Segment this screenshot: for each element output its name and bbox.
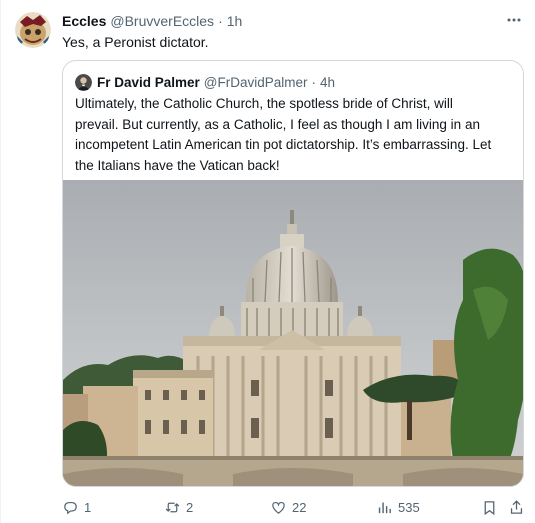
quoted-author-name[interactable]: Fr David Palmer — [97, 75, 200, 90]
timeline-divider — [0, 0, 1, 523]
header-separator: · — [218, 13, 223, 29]
quoted-text-line: the Italians have the Vatican back! — [75, 157, 280, 173]
quoted-header-separator: · — [311, 74, 317, 90]
bookmark-button[interactable] — [481, 496, 498, 518]
reply-button[interactable]: 1 — [62, 496, 91, 518]
repost-icon — [165, 502, 180, 512]
bookmark-icon — [484, 500, 495, 515]
user-avatar-icon[interactable] — [15, 12, 51, 48]
repost-count: 2 — [186, 499, 194, 515]
quoted-post-text: Ultimately, the Catholic Church, the spo… — [75, 94, 515, 176]
repost-button[interactable]: 2 — [164, 496, 193, 518]
share-button[interactable] — [508, 496, 525, 518]
post-text: Yes, a Peronist dictator. — [62, 34, 209, 50]
quoted-text-line: Ultimately, the Catholic Church, the spo… — [75, 96, 453, 111]
reply-count: 1 — [84, 499, 92, 515]
post-header: Eccles @BruvverEccles · 1h — [62, 12, 242, 30]
more-horizontal-icon[interactable] — [503, 9, 525, 31]
quoted-post[interactable]: Fr David Palmer @FrDavidPalmer · 4h Ulti… — [62, 60, 524, 487]
quoted-post-header: Fr David Palmer @FrDavidPalmer · 4h — [75, 73, 335, 91]
author-name[interactable]: Eccles — [62, 13, 106, 29]
quoted-author-avatar-icon[interactable] — [75, 73, 92, 91]
share-icon — [510, 499, 523, 514]
quoted-author-handle[interactable]: @FrDavidPalmer — [204, 75, 308, 90]
like-button[interactable]: 22 — [270, 496, 306, 518]
author-handle[interactable]: @BruvverEccles — [110, 13, 214, 29]
quoted-text-line: prevail. But currently, as a Catholic, I… — [75, 116, 480, 132]
views-button[interactable]: 535 — [376, 496, 420, 518]
reply-icon — [64, 501, 77, 514]
quoted-post-time[interactable]: 4h — [320, 75, 335, 90]
st-peters-basilica-photo[interactable] — [63, 180, 523, 486]
quoted-text-line: incompetent Latin American tin pot dicta… — [75, 137, 492, 152]
like-count: 22 — [292, 499, 307, 515]
views-count: 535 — [398, 499, 420, 515]
views-chart-icon — [378, 502, 391, 513]
post-action-bar: 1 2 22 535 — [62, 496, 532, 518]
heart-icon — [272, 501, 285, 514]
post-time[interactable]: 1h — [227, 13, 243, 29]
